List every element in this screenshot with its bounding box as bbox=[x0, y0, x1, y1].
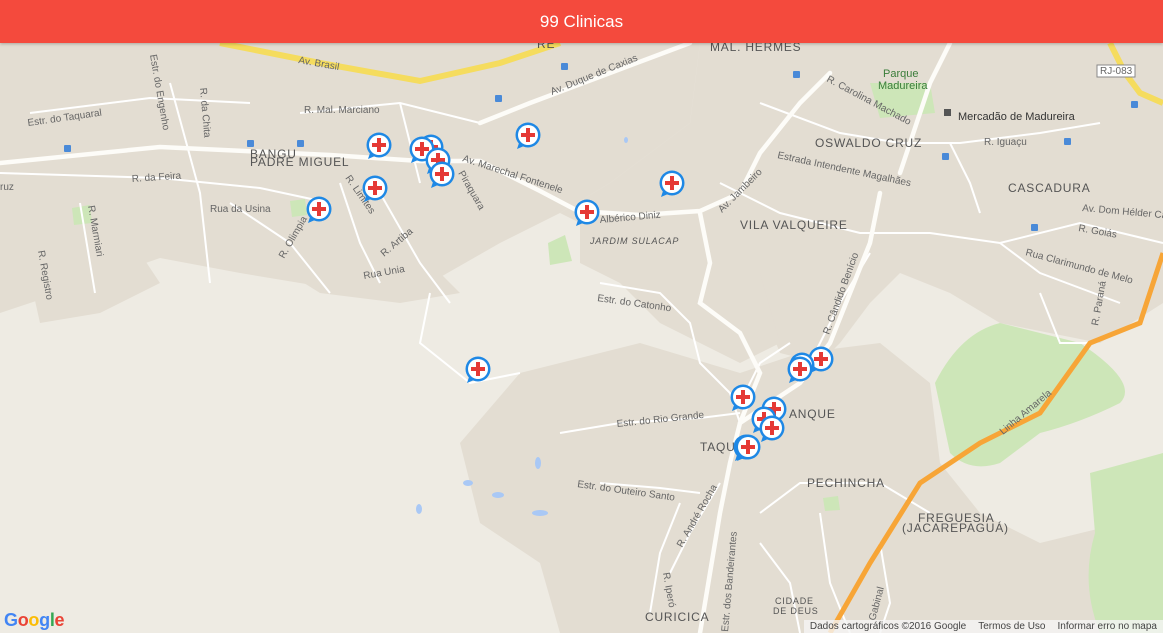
district-label: JARDIM SULACAP bbox=[589, 236, 679, 246]
logo-letter: o bbox=[17, 610, 29, 630]
district-label: MAL. HERMES bbox=[710, 43, 801, 54]
district-label: DE DEUS bbox=[773, 606, 819, 616]
logo-letter: G bbox=[4, 610, 18, 630]
google-logo: Google bbox=[4, 610, 65, 631]
map-data-credit: Dados cartográficos ©2016 Google bbox=[809, 621, 967, 632]
train-icon bbox=[247, 140, 254, 147]
train-icon bbox=[495, 95, 502, 102]
district-label: CASCADURA bbox=[1008, 181, 1091, 195]
district-label: CURICICA bbox=[645, 610, 709, 624]
app-title: 99 Clinicas bbox=[539, 11, 624, 31]
logo-letter: g bbox=[39, 610, 50, 630]
map-attribution: Dados cartográficos ©2016 Google Termos … bbox=[803, 620, 1163, 633]
train-icon bbox=[1031, 224, 1038, 231]
district-label: (JACAREPAGUÁ) bbox=[902, 520, 1009, 535]
street-label: Rua da Usina bbox=[210, 204, 271, 215]
market-icon bbox=[944, 109, 951, 116]
district-label: RE bbox=[537, 43, 555, 51]
train-icon bbox=[297, 140, 304, 147]
app-header: 99 Clinicas bbox=[0, 0, 1163, 43]
poi-label: Madureira bbox=[878, 80, 928, 92]
poi-label: RJ-083 bbox=[1100, 66, 1133, 77]
train-icon bbox=[561, 63, 568, 70]
map-canvas[interactable]: BANGU PADRE MIGUEL MAL. HERMES OSWALDO C… bbox=[0, 43, 1163, 633]
logo-letter: o bbox=[28, 610, 40, 630]
train-icon bbox=[793, 71, 800, 78]
terms-link[interactable]: Termos de Uso bbox=[978, 621, 1045, 632]
park-east bbox=[1088, 453, 1163, 633]
report-error-link[interactable]: Informar erro no mapa bbox=[1058, 621, 1158, 632]
district-label: ANQUE bbox=[789, 407, 836, 421]
district-label: TAQU bbox=[700, 440, 736, 454]
poi-label: Mercadão de Madureira bbox=[958, 111, 1076, 123]
train-icon bbox=[1131, 101, 1138, 108]
district-label: OSWALDO CRUZ bbox=[815, 136, 922, 150]
train-icon bbox=[942, 153, 949, 160]
district-label: PADRE MIGUEL bbox=[250, 155, 349, 169]
district-label: VILA VALQUEIRE bbox=[740, 218, 848, 232]
train-icon bbox=[64, 145, 71, 152]
train-icon bbox=[1064, 138, 1071, 145]
logo-letter: e bbox=[54, 610, 65, 630]
district-label: CIDADE bbox=[775, 596, 814, 606]
street-label: R. Iguaçu bbox=[984, 137, 1027, 148]
district-label: PECHINCHA bbox=[807, 476, 885, 490]
map-view[interactable]: BANGU PADRE MIGUEL MAL. HERMES OSWALDO C… bbox=[0, 43, 1163, 633]
street-label: R. Mal. Marciano bbox=[304, 105, 380, 116]
poi-label: Parque bbox=[883, 68, 918, 80]
street-label: ruz bbox=[0, 182, 14, 193]
